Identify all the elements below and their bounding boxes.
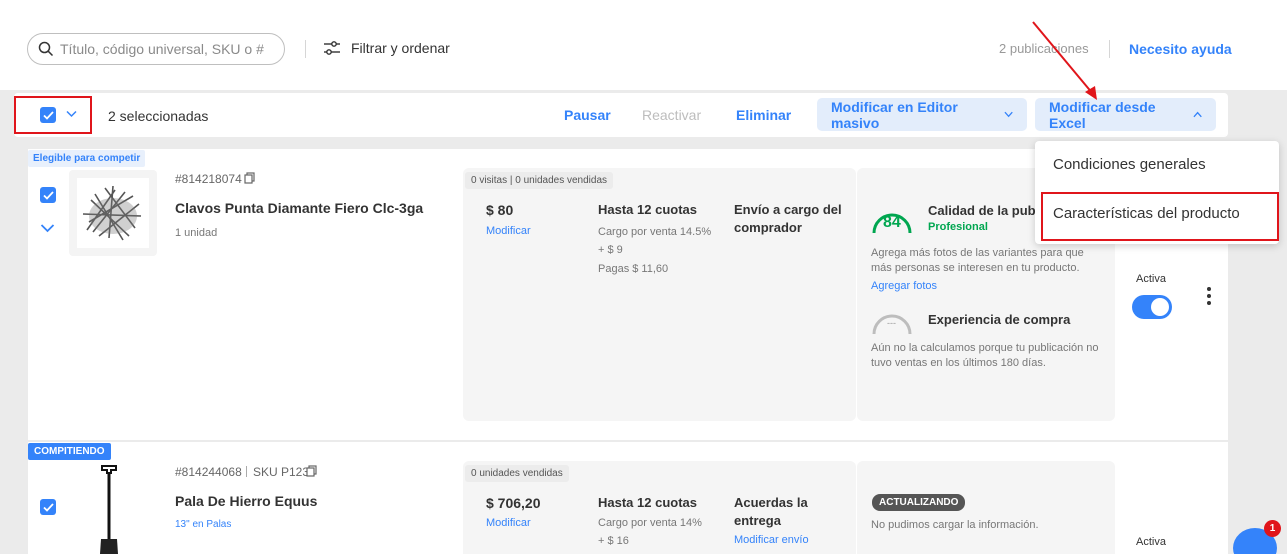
help-link[interactable]: Necesito ayuda [1129, 41, 1232, 57]
modify-price-link[interactable]: Modificar [486, 225, 531, 237]
add-photos-link[interactable]: Agregar fotos [871, 280, 937, 292]
annotation-arrow-icon [1032, 21, 1097, 100]
chevron-down-icon[interactable] [40, 223, 55, 233]
pause-button[interactable]: Pausar [564, 107, 611, 123]
experience-description: Aún no la calculamos porque tu publicaci… [871, 342, 1099, 369]
product-id: #814218074 [175, 172, 242, 186]
menu-item-general-conditions[interactable]: Condiciones generales [1053, 156, 1206, 173]
product-checkbox[interactable] [40, 499, 56, 515]
chevron-down-icon[interactable] [66, 110, 77, 118]
fee-line: Pagas $ 11,60 [598, 263, 669, 275]
reactivate-button[interactable]: Reactivar [642, 107, 701, 123]
sliders-icon [324, 41, 340, 55]
selected-count: 2 seleccionadas [108, 108, 209, 124]
competition-badge: Elegible para competir [28, 150, 146, 167]
product-price: $ 706,20 [486, 495, 541, 511]
modify-shipping-link[interactable]: Modificar envío [734, 534, 809, 546]
product-sku: SKU P123 [253, 465, 310, 479]
experience-title: Experiencia de compra [928, 312, 1071, 327]
quality-level: Profesional [928, 221, 988, 233]
search-icon [38, 41, 54, 57]
menu-item-product-features[interactable]: Características del producto [1053, 205, 1240, 222]
experience-gauge-value: --- [887, 318, 896, 328]
filter-button[interactable]: Filtrar y ordenar [323, 40, 450, 56]
category-link[interactable]: 13" en Palas [175, 519, 231, 530]
copy-icon[interactable] [306, 465, 317, 477]
delete-button[interactable]: Eliminar [736, 107, 791, 123]
product-subtitle: 1 unidad [175, 227, 218, 239]
active-toggle[interactable] [1132, 295, 1172, 319]
product-checkbox[interactable] [40, 187, 56, 203]
updating-badge: ACTUALIZANDO [872, 494, 966, 511]
status-label: Activa [1136, 536, 1166, 548]
stats-chip: 0 visitas | 0 unidades vendidas [465, 172, 614, 189]
fee-line: + $ 16 [598, 535, 629, 547]
modify-price-link[interactable]: Modificar [486, 517, 531, 529]
select-all-checkbox[interactable] [40, 107, 56, 123]
update-description: No pudimos cargar la información. [871, 519, 1039, 531]
check-icon [42, 502, 54, 512]
more-options-icon[interactable] [1207, 287, 1211, 305]
filter-label: Filtrar y ordenar [351, 40, 450, 56]
shipping-info: Envío a cargo del comprador [734, 202, 842, 235]
fee-line: Cargo por venta 14.5% [598, 226, 712, 238]
product-price: $ 80 [486, 202, 514, 218]
stats-chip: 0 unidades vendidas [465, 465, 569, 482]
search-input[interactable] [60, 41, 270, 57]
installments: Hasta 12 cuotas [598, 495, 697, 510]
chevron-up-icon [1193, 111, 1202, 118]
bulk-editor-label: Modificar en Editor masivo [831, 98, 958, 131]
product-title[interactable]: Clavos Punta Diamante Fiero Clc-3ga [175, 200, 423, 216]
divider [1109, 40, 1110, 58]
chevron-down-icon [1004, 111, 1013, 118]
status-label: Activa [1136, 273, 1166, 285]
product-id: #814244068 [175, 465, 242, 479]
competing-badge: COMPITIENDO [28, 443, 111, 460]
shovel-image[interactable] [96, 463, 122, 554]
divider [246, 466, 247, 477]
shipping-info: Acuerdas la entrega [734, 495, 808, 528]
quality-title: Calidad de la pub [928, 203, 1036, 218]
installments: Hasta 12 cuotas [598, 202, 697, 217]
product-thumbnail[interactable] [69, 170, 157, 256]
search-box[interactable] [27, 33, 285, 65]
quality-description: Agrega más fotos de las variantes para q… [871, 247, 1084, 274]
check-icon [42, 190, 54, 200]
product-title[interactable]: Pala De Hierro Equus [175, 493, 317, 509]
fee-line: + $ 9 [598, 244, 623, 256]
quality-score: 84 [883, 214, 901, 231]
check-icon [42, 110, 54, 120]
nails-image [77, 178, 149, 248]
copy-icon[interactable] [244, 172, 255, 184]
notification-badge: 1 [1264, 520, 1281, 537]
divider [305, 40, 306, 58]
fee-line: Cargo por venta 14% [598, 517, 702, 529]
bulk-editor-button[interactable]: Modificar en Editor masivo [817, 98, 1027, 131]
